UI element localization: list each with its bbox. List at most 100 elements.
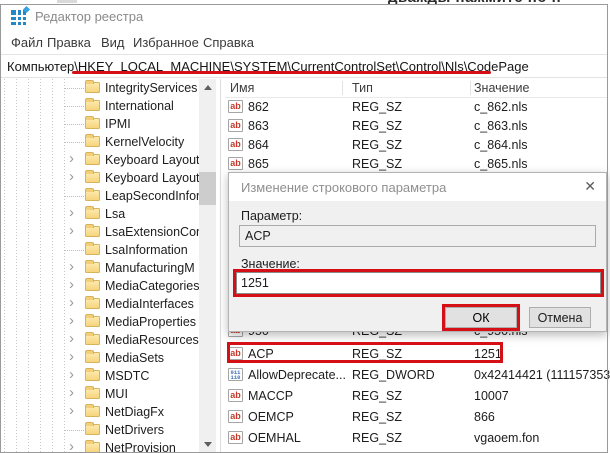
list-row-863[interactable]: ab 863 REG_SZ c_863.nls	[225, 117, 608, 136]
value-cell: 1251	[474, 347, 502, 361]
tree-item-msdtc[interactable]: › MSDTC	[0, 366, 198, 385]
chevron-right-icon[interactable]: ›	[69, 402, 74, 420]
name-cell: MACCP	[248, 389, 294, 403]
string-value-icon: ab	[228, 410, 243, 423]
value-input[interactable]	[236, 272, 601, 294]
chevron-right-icon[interactable]: ›	[69, 150, 74, 168]
column-header-name[interactable]: Имя	[230, 81, 254, 95]
tree-item-netdrivers[interactable]: NetDrivers	[0, 421, 198, 439]
value-cell: 0x42414421 (1111573537)	[474, 368, 610, 382]
tree-item-mediainterfaces[interactable]: › MediaInterfaces	[0, 294, 198, 313]
tree-item-mediaproperties[interactable]: › MediaProperties	[0, 312, 198, 331]
folder-icon	[85, 134, 100, 147]
type-cell: REG_DWORD	[352, 368, 435, 382]
tree-item-international[interactable]: International	[0, 97, 198, 115]
triangle-down-icon	[203, 442, 212, 447]
cancel-button[interactable]: Отмена	[529, 307, 591, 328]
column-separator[interactable]	[342, 81, 343, 95]
list-row-862[interactable]: ab 862 REG_SZ c_862.nls	[225, 98, 608, 117]
tree-scrollbar[interactable]	[199, 79, 216, 453]
close-icon[interactable]: ✕	[584, 178, 596, 195]
value-cell: 866	[474, 410, 495, 424]
menu-edit[interactable]: Правка	[43, 34, 95, 51]
tree-item-label: MediaCategories	[105, 279, 200, 293]
list-row-maccp[interactable]: ab MACCP REG_SZ 10007	[225, 387, 608, 406]
tree-item-lsaextensioncon[interactable]: › LsaExtensionCon	[0, 222, 203, 241]
clipped-artifact	[57, 0, 77, 3]
chevron-right-icon[interactable]: ›	[69, 312, 74, 330]
tree-item-label: Keyboard Layout	[105, 153, 200, 167]
chevron-right-icon[interactable]: ›	[69, 222, 74, 240]
list-row-oemhal[interactable]: ab OEMHAL REG_SZ vgaoem.fon	[225, 429, 608, 448]
tree-item-label: MUI	[105, 387, 128, 401]
tree-item-keyboard-layout[interactable]: › Keyboard Layout	[0, 150, 200, 169]
type-cell: REG_SZ	[352, 100, 403, 114]
scroll-down-button[interactable]	[199, 436, 216, 453]
tree-item-mediaresources[interactable]: › MediaResources	[0, 330, 199, 349]
menu-favorites[interactable]: Избранное	[129, 34, 203, 51]
name-cell: 864	[248, 138, 269, 152]
tree-item-mediasets[interactable]: › MediaSets	[0, 348, 198, 367]
string-value-icon: ab	[228, 347, 243, 360]
ok-annotation-box: ОК	[442, 304, 520, 331]
address-bar[interactable]: Компьютер\HKEY_LOCAL_MACHINE\SYSTEM\Curr…	[1, 54, 607, 78]
string-value-icon: ab	[228, 119, 243, 132]
value-cell: vgaoem.fon	[474, 431, 540, 445]
name-cell: 862	[248, 100, 269, 114]
tree-item-keyboard-layouts[interactable]: › Keyboard Layouts	[0, 168, 206, 187]
name-cell: AllowDeprecate...	[248, 368, 346, 382]
menu-view[interactable]: Вид	[97, 34, 129, 51]
scroll-up-button[interactable]	[199, 79, 216, 96]
chevron-right-icon[interactable]: ›	[69, 366, 74, 384]
name-cell: 865	[248, 157, 269, 171]
chevron-right-icon[interactable]: ›	[69, 438, 74, 453]
tree-item-lsa[interactable]: › Lsa	[0, 204, 198, 223]
type-cell: REG_SZ	[352, 389, 403, 403]
chevron-right-icon[interactable]: ›	[69, 276, 74, 294]
menu-help[interactable]: Справка	[199, 34, 258, 51]
folder-icon	[85, 350, 100, 363]
list-row-allowdeprecate[interactable]: 011 110 AllowDeprecate... REG_DWORD 0x424144…	[225, 366, 610, 385]
list-row-oemcp[interactable]: ab OEMCP REG_SZ 866	[225, 408, 608, 427]
tree-item-label: Keyboard Layouts	[105, 171, 206, 185]
chevron-right-icon[interactable]: ›	[69, 348, 74, 366]
pane-splitter[interactable]	[220, 79, 221, 453]
list-row-acp[interactable]: ab ACP REG_SZ 1251	[225, 345, 608, 364]
ok-button[interactable]: ОК	[445, 307, 517, 328]
column-header-type[interactable]: Тип	[352, 81, 373, 95]
folder-icon	[85, 332, 100, 345]
list-row-864[interactable]: ab 864 REG_SZ c_864.nls	[225, 136, 608, 155]
param-name-field: ACP	[239, 225, 596, 247]
tree-item-manufacturingm[interactable]: › ManufacturingM	[0, 258, 198, 277]
chevron-right-icon[interactable]: ›	[69, 168, 74, 186]
chevron-right-icon[interactable]: ›	[69, 258, 74, 276]
tree-item-label: IntegrityServices	[105, 81, 198, 95]
tree-item-integrityservices[interactable]: IntegrityServices	[0, 79, 198, 97]
chevron-right-icon[interactable]: ›	[69, 384, 74, 402]
scrollbar-thumb[interactable]	[199, 172, 216, 205]
chevron-right-icon[interactable]: ›	[69, 330, 74, 348]
tree-item-netdiagfx[interactable]: › NetDiagFx	[0, 402, 198, 421]
tree-item-netprovision[interactable]: › NetProvision	[0, 438, 198, 453]
tree-item-kernelvelocity[interactable]: KernelVelocity	[0, 133, 198, 151]
name-cell: ACP	[248, 347, 274, 361]
tree-item-label: LsaInformation	[105, 243, 188, 257]
chevron-right-icon[interactable]: ›	[69, 294, 74, 312]
folder-icon	[85, 206, 100, 219]
menu-file[interactable]: Файл	[7, 34, 47, 51]
tree-item-lsainformation[interactable]: LsaInformation	[0, 241, 198, 259]
column-header-value[interactable]: Значение	[474, 81, 529, 95]
chevron-right-icon[interactable]: ›	[69, 204, 74, 222]
title-bar: Редактор реестра	[1, 5, 607, 31]
column-separator[interactable]	[470, 81, 471, 95]
tree-item-ipmi[interactable]: IPMI	[0, 115, 198, 133]
tree-item-label: NetDiagFx	[105, 405, 165, 419]
tree-item-label: MSDTC	[105, 369, 150, 383]
folder-icon	[85, 278, 100, 291]
clipped-overlay-text: дважды нажмите по п	[388, 0, 610, 7]
tree-item-leapsecondinform[interactable]: LeapSecondInform	[0, 187, 211, 205]
tree-item-mediacategories[interactable]: › MediaCategories	[0, 276, 200, 295]
tree-item-mui[interactable]: › MUI	[0, 384, 198, 403]
string-value-icon: ab	[228, 100, 243, 113]
folder-icon	[85, 386, 100, 399]
